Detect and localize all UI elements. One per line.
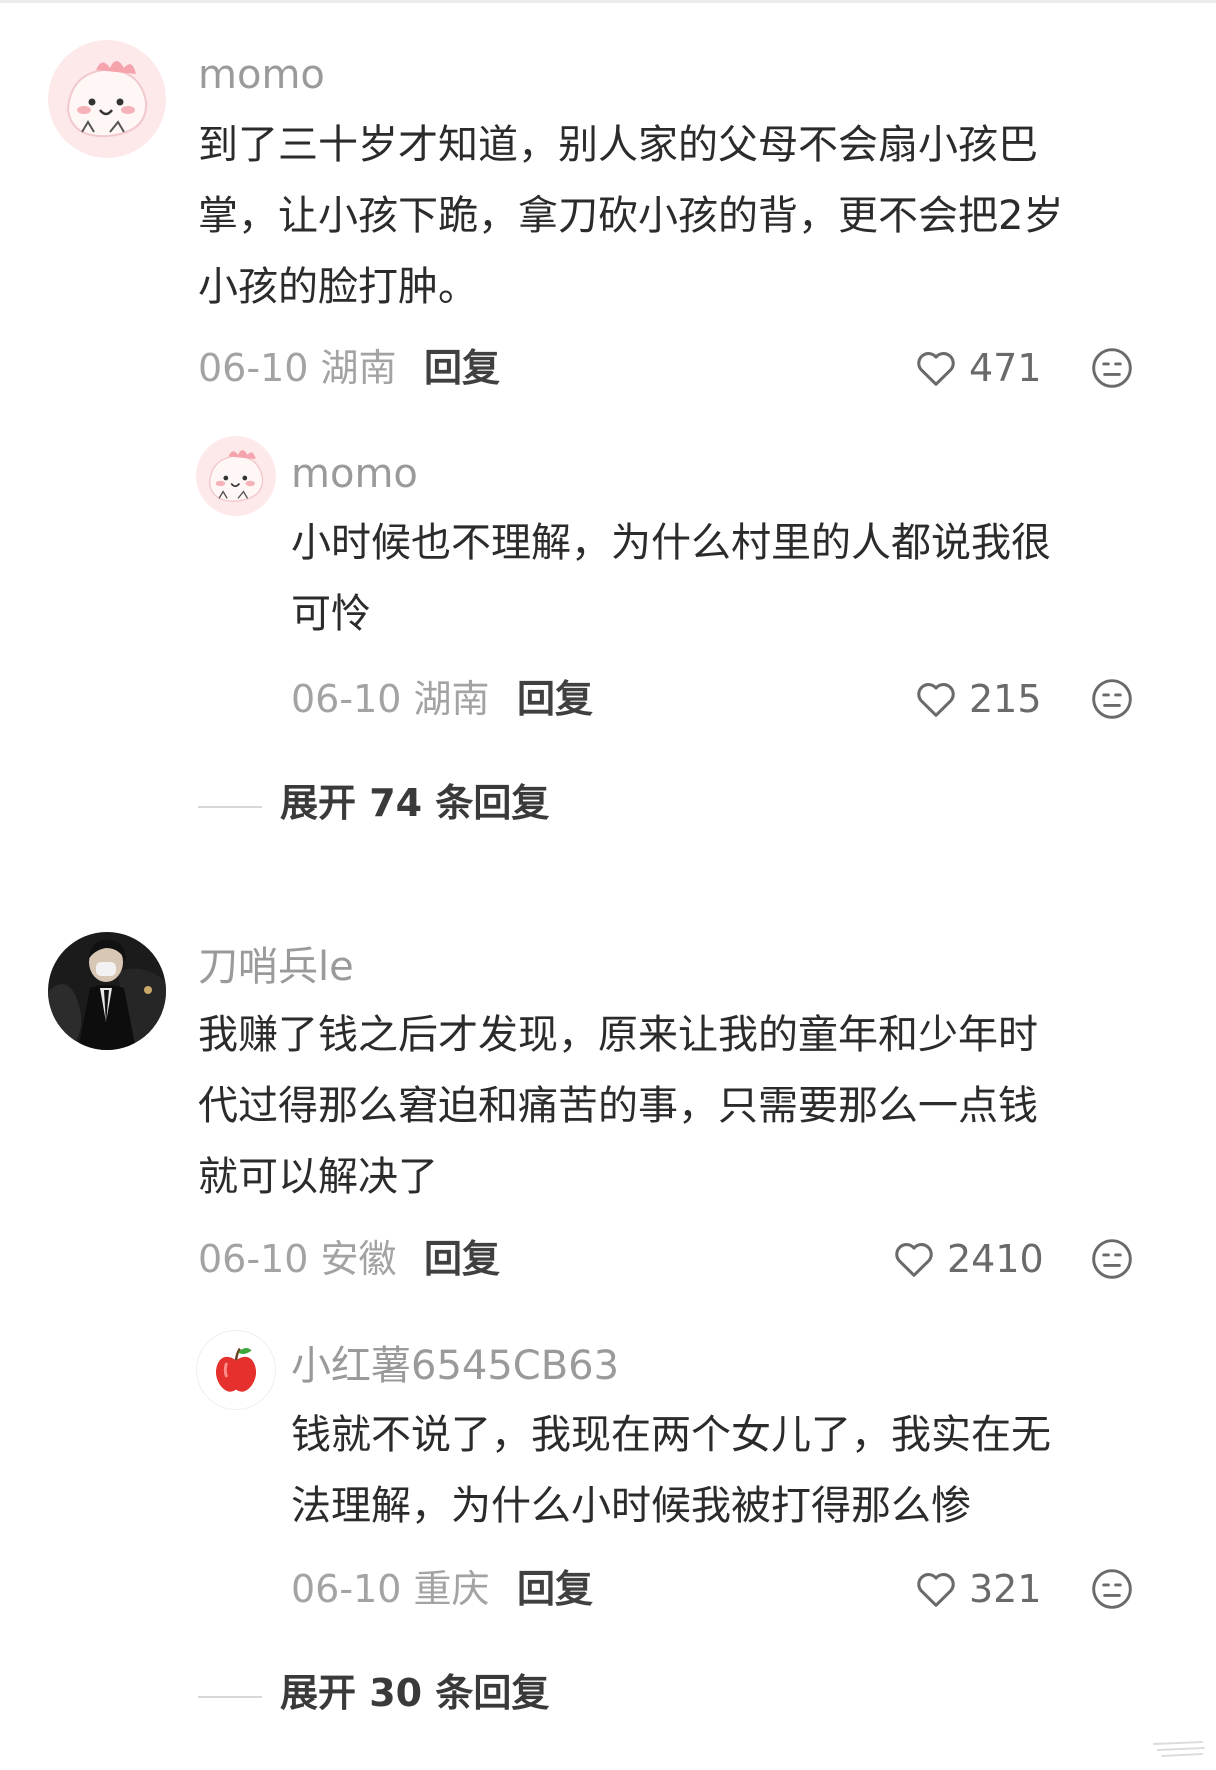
like-count: 215 [969,677,1042,721]
comment-location: 安徽 [320,1237,397,1281]
comment-line: 到了三十岁才知道，别人家的父母不会扇小孩巴 [198,122,1038,168]
heart-icon [895,1243,933,1277]
dislike-face-icon[interactable] [1090,1237,1134,1281]
username[interactable]: 刀哨兵le [198,947,354,987]
expand-replies-label: 展开 30 条回复 [280,1671,550,1715]
reply-button[interactable]: 回复 [424,349,500,387]
comment-line: 掌，让小孩下跪，拿刀砍小孩的背，更不会把2岁 [198,193,1064,239]
dislike-face-icon[interactable] [1090,1567,1134,1611]
username[interactable]: momo [291,454,418,494]
comment-text: 到了三十岁才知道，别人家的父母不会扇小孩巴 掌，让小孩下跪，拿刀砍小孩的背，更不… [198,110,1063,323]
comment-line: 代过得那么窘迫和痛苦的事，只需要那么一点钱 [198,1083,1038,1129]
comment-date: 06-10 [198,346,309,390]
reply-date: 06-10 [291,1567,402,1611]
reply-location: 重庆 [413,1567,490,1611]
avatar[interactable] [48,932,166,1050]
expand-divider [198,806,262,808]
pink-dinosaur-avatar-icon [48,40,166,158]
heart-icon [917,1573,955,1607]
dislike-face-icon[interactable] [1090,677,1134,721]
reply-text: 钱就不说了，我现在两个女儿了，我实在无 法理解，为什么小时候我被打得那么惨 [291,1400,1051,1542]
like-count: 321 [969,1567,1042,1611]
heart-icon [917,683,955,717]
top-divider [0,0,1216,3]
like-count: 471 [969,346,1042,390]
comment-line: 就可以解决了 [198,1154,438,1200]
watermark-icon [1153,1741,1205,1757]
reply-line: 可怜 [291,591,371,637]
dislike-face-icon[interactable] [1090,346,1134,390]
comment-location: 湖南 [320,346,397,390]
reply-line: 小时候也不理解，为什么村里的人都说我很 [291,520,1051,566]
comment-meta: 06-10 安徽 [198,1240,397,1278]
heart-icon [917,352,955,386]
reply-meta: 06-10 重庆 [291,1570,490,1608]
reply-text: 小时候也不理解，为什么村里的人都说我很 可怜 [291,508,1051,650]
comment-date: 06-10 [198,1237,309,1281]
reply-button[interactable]: 回复 [517,1570,593,1608]
reply-location: 湖南 [413,677,490,721]
reply-line: 法理解，为什么小时候我被打得那么惨 [291,1483,971,1529]
reply-meta: 06-10 湖南 [291,680,490,718]
avatar[interactable] [48,40,166,158]
like-count: 2410 [947,1237,1044,1281]
reply-button[interactable]: 回复 [424,1240,500,1278]
expand-replies-label: 展开 74 条回复 [280,781,550,825]
person-photo-avatar-icon [48,932,166,1050]
apple-avatar-icon [197,1331,275,1409]
avatar[interactable] [196,436,276,516]
comment-text: 我赚了钱之后才发现，原来让我的童年和少年时 代过得那么窘迫和痛苦的事，只需要那么… [198,1000,1038,1213]
comment-meta: 06-10 湖南 [198,349,397,387]
pink-dinosaur-avatar-icon [196,436,276,516]
reply-button[interactable]: 回复 [517,680,593,718]
reply-line: 钱就不说了，我现在两个女儿了，我实在无 [291,1412,1051,1458]
comment-line: 小孩的脸打肿。 [198,264,478,310]
expand-divider [198,1696,262,1698]
comment-line: 我赚了钱之后才发现，原来让我的童年和少年时 [198,1012,1038,1058]
reply-date: 06-10 [291,677,402,721]
avatar[interactable] [196,1330,276,1410]
username[interactable]: 小红薯6545CB63 [291,1346,619,1386]
username[interactable]: momo [198,55,325,95]
